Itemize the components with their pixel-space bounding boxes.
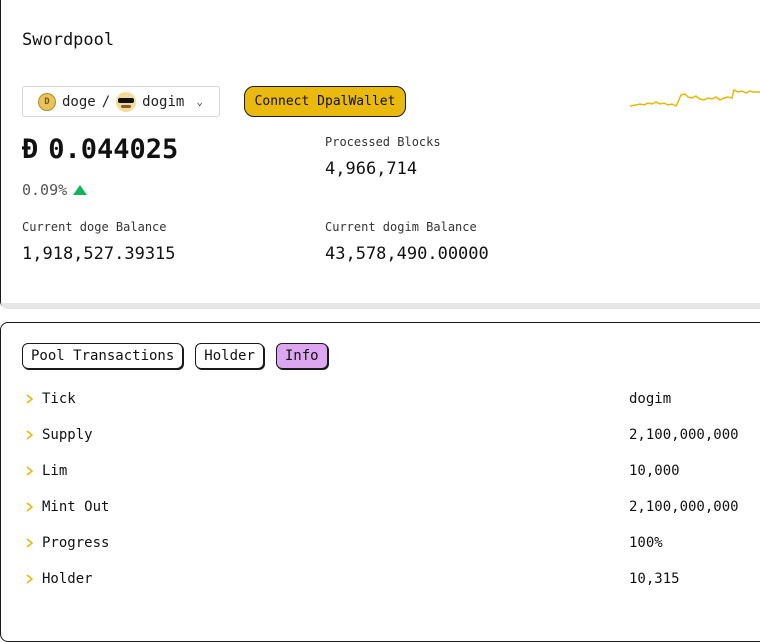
dogim-coin-icon <box>116 91 137 112</box>
info-key: Progress <box>42 535 110 551</box>
chevron-right-icon[interactable] <box>24 465 36 477</box>
chevron-right-icon[interactable] <box>24 537 36 549</box>
info-value: 10,000 <box>629 463 680 479</box>
dogim-balance-label: Current dogim Balance <box>325 220 477 234</box>
info-value: 2,100,000,000 <box>629 427 739 443</box>
info-row-mint-out[interactable]: Mint Out 2,100,000,000 <box>0 495 760 531</box>
info-row-progress[interactable]: Progress 100% <box>0 531 760 567</box>
price-change-value: 0.09% <box>22 181 68 199</box>
pair-base-label: doge <box>62 93 96 110</box>
currency-symbol: Đ <box>22 134 39 165</box>
info-value: 100% <box>629 535 663 551</box>
info-value: 2,100,000,000 <box>629 499 739 515</box>
pair-quote-label: dogim <box>142 93 185 110</box>
price-display: Đ 0.044025 <box>22 134 178 165</box>
tab-info[interactable]: Info <box>275 343 328 369</box>
doge-balance-label: Current doge Balance <box>22 220 167 234</box>
dogim-balance-value: 43,578,490.00000 <box>325 244 489 264</box>
chevron-right-icon[interactable] <box>24 573 36 585</box>
info-value: 10,315 <box>629 571 680 587</box>
info-key: Supply <box>42 427 93 443</box>
price-change: 0.09% <box>22 181 88 199</box>
info-row-holder[interactable]: Holder 10,315 <box>0 567 760 603</box>
sparkline-line <box>629 88 760 108</box>
info-key: Tick <box>42 391 76 407</box>
price-value: 0.044025 <box>48 134 179 165</box>
chevron-down-icon: ⌄ <box>196 95 203 108</box>
info-row-supply[interactable]: Supply 2,100,000,000 <box>0 423 760 459</box>
price-sparkline <box>629 88 760 108</box>
info-key: Mint Out <box>42 499 110 515</box>
info-key: Lim <box>42 463 68 479</box>
info-value: dogim <box>629 391 672 407</box>
doge-balance-value: 1,918,527.39315 <box>22 244 176 264</box>
chevron-right-icon[interactable] <box>24 429 36 441</box>
pair-separator: / <box>101 93 111 110</box>
tab-pool-transactions[interactable]: Pool Transactions <box>22 343 184 369</box>
info-row-lim[interactable]: Lim 10,000 <box>0 459 760 495</box>
chevron-right-icon[interactable] <box>24 501 36 513</box>
arrow-up-icon <box>73 185 88 195</box>
pair-selector[interactable]: D doge / dogim ⌄ <box>22 86 220 117</box>
processed-blocks-label: Processed Blocks <box>325 135 441 149</box>
info-row-tick[interactable]: Tick dogim <box>0 387 760 423</box>
info-key: Holder <box>42 571 93 587</box>
app-title: Swordpool <box>22 30 115 50</box>
tab-holder[interactable]: Holder <box>195 343 264 369</box>
processed-blocks-value: 4,966,714 <box>325 159 418 179</box>
doge-coin-icon: D <box>38 92 56 111</box>
detail-tabs: Pool Transactions Holder Info <box>22 343 328 369</box>
chevron-right-icon[interactable] <box>24 393 36 405</box>
connect-wallet-button[interactable]: Connect DpalWallet <box>244 86 406 117</box>
